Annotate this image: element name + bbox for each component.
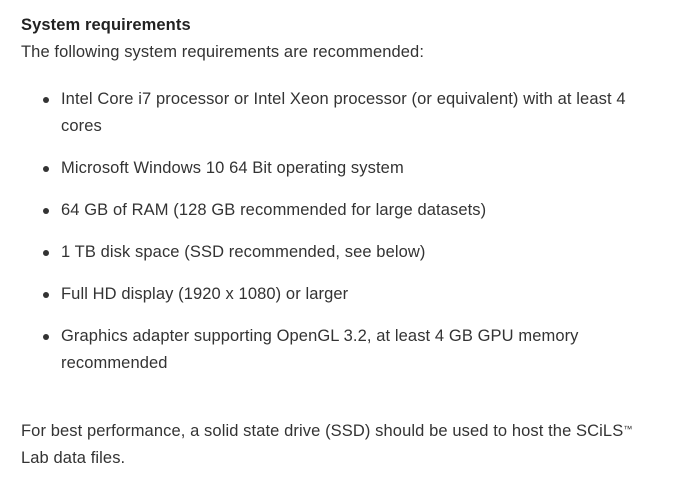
requirement-text: 64 GB of RAM (128 GB recommended for lar… (61, 201, 487, 219)
list-item: Intel Core i7 processor or Intel Xeon pr… (0, 86, 685, 140)
bullet-icon (43, 250, 49, 256)
intro-paragraph: The following system requirements are re… (21, 43, 425, 61)
requirement-text: Full HD display (1920 x 1080) or larger (61, 285, 349, 303)
trademark-symbol: ™ (623, 424, 633, 434)
list-item: Full HD display (1920 x 1080) or larger (0, 281, 685, 308)
bullet-icon (43, 97, 49, 103)
bullet-icon (43, 334, 49, 340)
section-heading: System requirements (21, 16, 191, 34)
requirement-text: Graphics adapter supporting OpenGL 3.2, … (61, 327, 579, 372)
list-item: 1 TB disk space (SSD recommended, see be… (0, 239, 685, 266)
footer-paragraph: For best performance, a solid state driv… (21, 418, 661, 472)
bullet-icon (43, 166, 49, 172)
requirement-text: 1 TB disk space (SSD recommended, see be… (61, 243, 426, 261)
requirements-list: Intel Core i7 processor or Intel Xeon pr… (0, 86, 685, 392)
list-item: 64 GB of RAM (128 GB recommended for lar… (0, 197, 685, 224)
footer-text-after: Lab data files. (21, 449, 126, 467)
footer-text-before: For best performance, a solid state driv… (21, 422, 624, 440)
requirement-text: Microsoft Windows 10 64 Bit operating sy… (61, 159, 404, 177)
list-item: Microsoft Windows 10 64 Bit operating sy… (0, 155, 685, 182)
bullet-icon (43, 208, 49, 214)
list-item: Graphics adapter supporting OpenGL 3.2, … (0, 323, 685, 377)
bullet-icon (43, 292, 49, 298)
document-section: System requirements The following system… (0, 0, 685, 486)
requirement-text: Intel Core i7 processor or Intel Xeon pr… (61, 90, 626, 135)
